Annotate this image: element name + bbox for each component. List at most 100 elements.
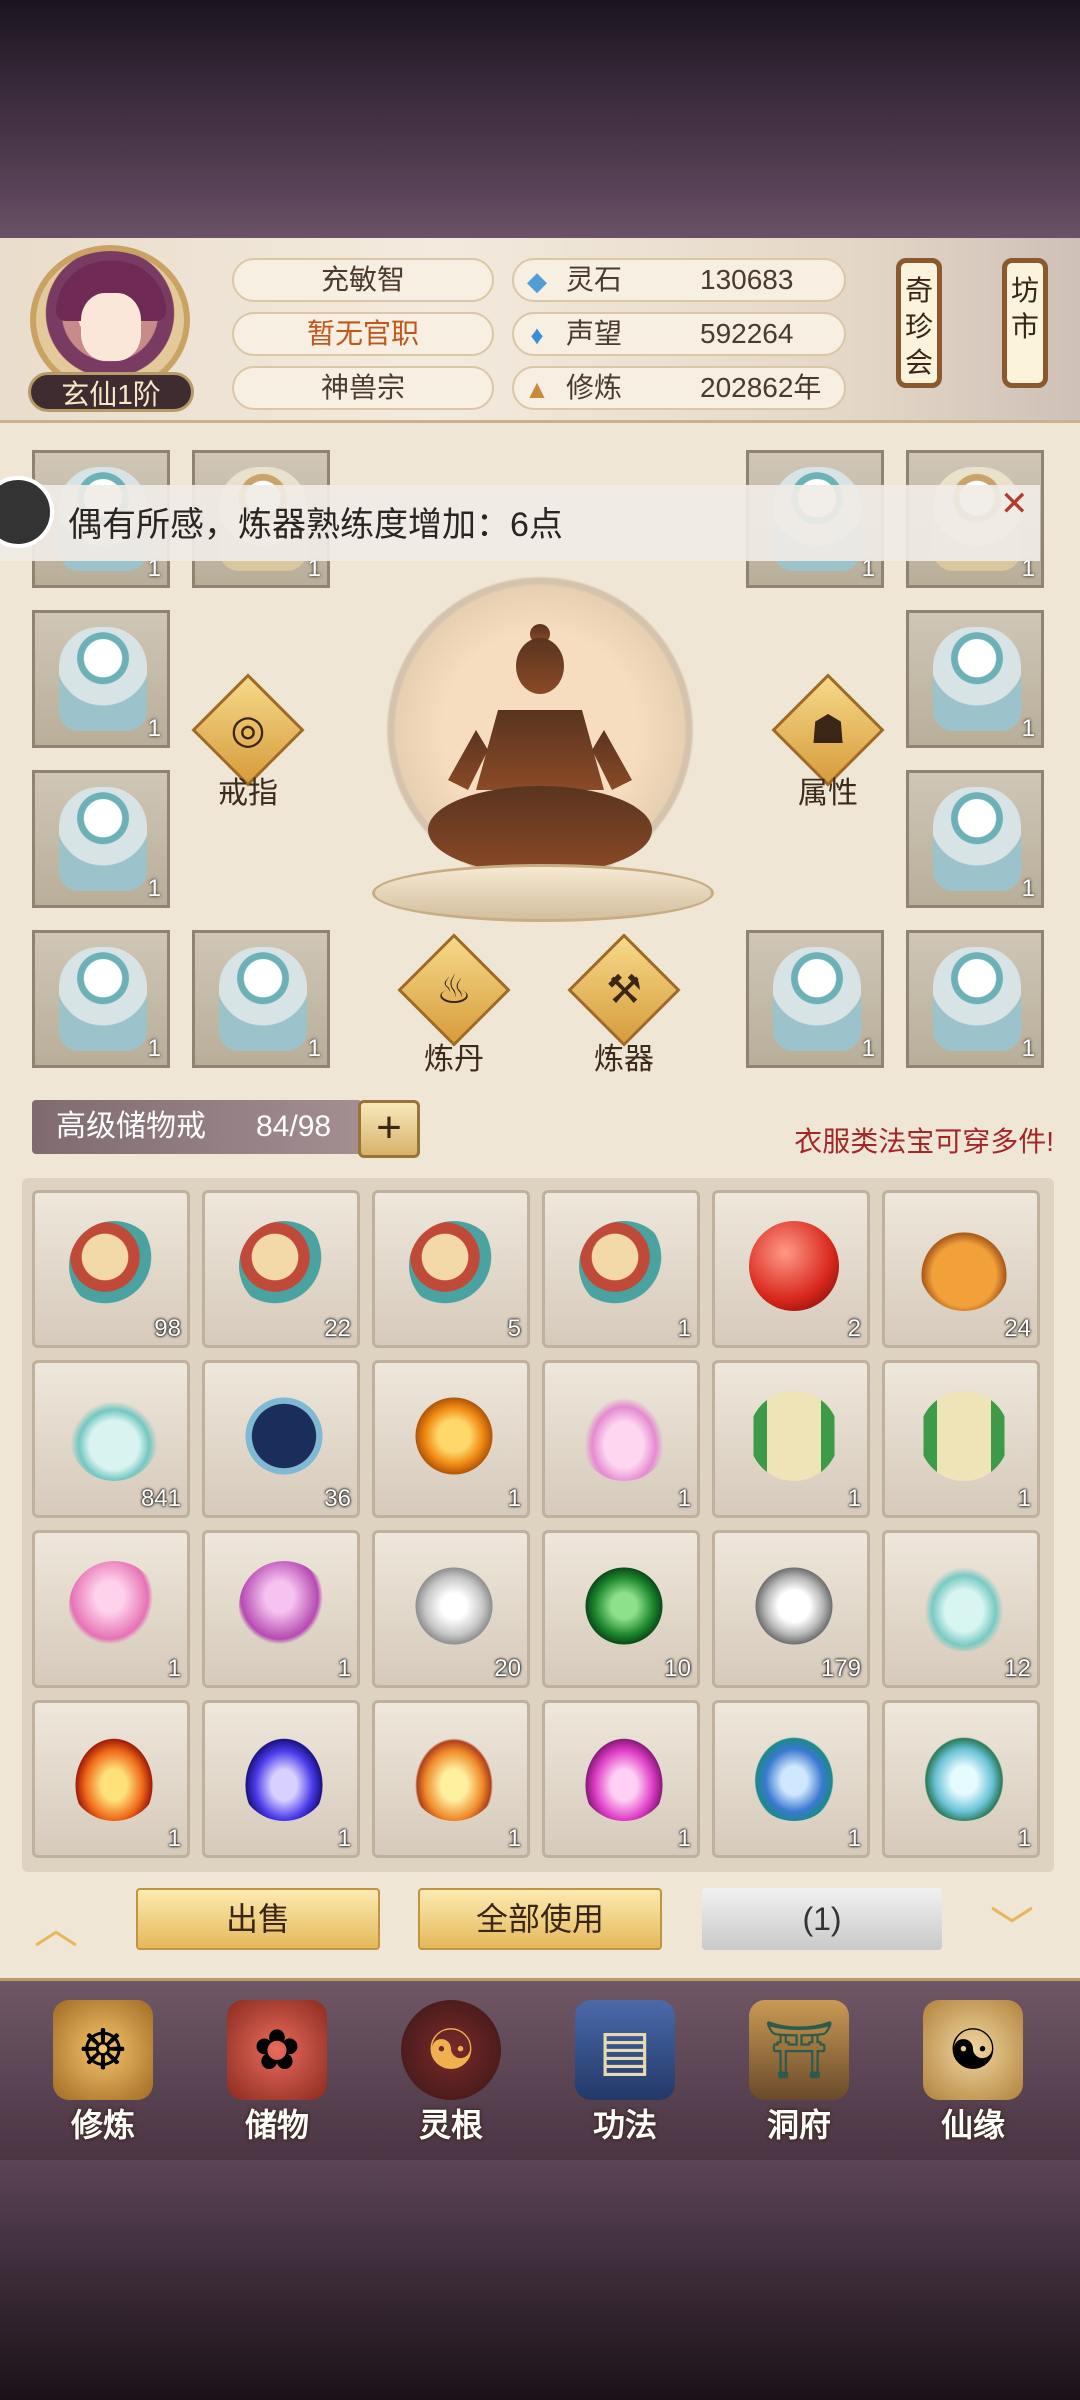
nav-label: 储物 — [244, 2107, 309, 2143]
storage-ring-bar: 高级储物戒 84/98 — [32, 1100, 362, 1154]
cultivation-label: 修炼 — [566, 372, 623, 403]
storage-name: 高级储物戒 — [56, 1110, 206, 1143]
equip-slot[interactable]: 1 — [906, 610, 1044, 748]
rank-badge: 玄仙1阶 — [28, 372, 194, 412]
equip-count: 1 — [147, 875, 161, 902]
ring-icon: ◎ — [230, 708, 266, 752]
nav-label: 功法 — [592, 2107, 657, 2143]
market-button[interactable]: 坊市 — [1002, 258, 1048, 388]
inventory-slot[interactable]: 1 — [202, 1700, 360, 1858]
storage-bag-icon: ✿ — [227, 2000, 327, 2100]
inventory-slot[interactable]: 1 — [542, 1360, 700, 1518]
equip-count: 1 — [1021, 875, 1035, 902]
nav-item-fate[interactable]: ☯ 仙缘 — [898, 1990, 1048, 2150]
equip-slot[interactable]: 1 — [746, 930, 884, 1068]
item-count: 5 — [507, 1315, 521, 1342]
inventory-slot[interactable]: 5 — [372, 1190, 530, 1348]
treasure-fair-button[interactable]: 奇珍会 — [896, 258, 942, 388]
lotus-icon — [579, 1391, 669, 1481]
green-scroll-icon — [919, 1391, 1009, 1481]
equip-slot[interactable]: 1 — [192, 930, 330, 1068]
item-count: 12 — [1004, 1655, 1031, 1682]
nav-item-cultivate[interactable]: ☸ 修炼 — [28, 1990, 178, 2150]
nav-item-spirit-root[interactable]: ☯ 灵根 — [376, 1990, 526, 2150]
spirit-stone-icon: ◆ — [527, 266, 547, 296]
inventory-slot[interactable]: 10 — [542, 1530, 700, 1688]
inventory-slot[interactable]: 1 — [882, 1700, 1040, 1858]
ring-label: 戒指 — [218, 777, 278, 810]
robe-icon — [933, 787, 1021, 891]
bottom-background — [0, 2160, 1080, 2400]
nav-item-storage[interactable]: ✿ 储物 — [202, 1990, 352, 2150]
inventory-slot[interactable]: 1 — [712, 1700, 870, 1858]
spirit-root-icon: ☯ — [401, 2000, 501, 2100]
inventory-slot[interactable]: 1 — [32, 1530, 190, 1688]
inventory-slot[interactable]: 98 — [32, 1190, 190, 1348]
nav-label: 修炼 — [70, 2107, 135, 2143]
robe-icon — [59, 627, 147, 731]
inventory-slot[interactable]: 179 — [712, 1530, 870, 1688]
equip-slot[interactable]: 1 — [32, 610, 170, 748]
equip-slot[interactable]: 1 — [906, 930, 1044, 1068]
inventory-slot[interactable]: 841 — [32, 1360, 190, 1518]
page-down-arrow-icon[interactable]: ﹀ — [990, 1892, 1034, 1956]
inventory-slot[interactable]: 20 — [372, 1530, 530, 1688]
item-count: 1 — [507, 1485, 521, 1512]
inventory-slot[interactable]: 24 — [882, 1190, 1040, 1348]
item-count: 98 — [154, 1315, 181, 1342]
expand-storage-button[interactable]: + — [358, 1100, 420, 1158]
item-count: 1 — [337, 1825, 351, 1852]
silver-orb-icon — [409, 1561, 499, 1651]
use-all-button[interactable]: 全部使用 — [418, 1888, 662, 1950]
equip-slot[interactable]: 1 — [32, 930, 170, 1068]
avatar-face — [81, 293, 141, 361]
red-flame-icon — [69, 1731, 159, 1821]
attributes-icon: ☗ — [810, 708, 846, 752]
inventory-slot[interactable]: 22 — [202, 1190, 360, 1348]
item-count: 36 — [324, 1485, 351, 1512]
inventory-slot[interactable]: 1 — [32, 1700, 190, 1858]
quantity-field[interactable]: (1) — [702, 1888, 942, 1950]
pink-flame-icon — [579, 1731, 669, 1821]
robe-icon — [933, 947, 1021, 1051]
silver-swirl-icon — [749, 1561, 839, 1651]
robe-icon — [219, 947, 307, 1051]
item-count: 2 — [847, 1315, 861, 1342]
green-scroll-icon — [749, 1391, 839, 1481]
spirit-stone-value: 130683 — [700, 264, 794, 295]
robe-icon — [59, 947, 147, 1051]
item-count: 179 — [820, 1655, 861, 1682]
amber-gem-icon — [409, 1391, 499, 1481]
inventory-slot[interactable]: 12 — [882, 1530, 1040, 1688]
pink-egg-icon — [69, 1561, 159, 1651]
equip-count: 1 — [307, 1035, 321, 1062]
inventory-slot[interactable]: 1 — [372, 1700, 530, 1858]
inventory-slot[interactable]: 1 — [542, 1700, 700, 1858]
sell-button[interactable]: 出售 — [136, 1888, 380, 1950]
cultivation-icon: ▲ — [524, 374, 550, 404]
item-count: 20 — [494, 1655, 521, 1682]
inventory-slot[interactable]: 1 — [882, 1360, 1040, 1518]
jade-orb-icon — [579, 1561, 669, 1651]
red-orb-icon — [749, 1221, 839, 1311]
inventory-slot[interactable]: 2 — [712, 1190, 870, 1348]
close-icon[interactable]: ✕ — [1000, 484, 1029, 524]
spirit-stone-resource: ◆ 灵石 130683 — [512, 258, 846, 302]
forging-label: 炼器 — [594, 1043, 654, 1076]
equip-slot[interactable]: 1 — [906, 770, 1044, 908]
equip-slot[interactable]: 1 — [32, 770, 170, 908]
item-count: 1 — [1017, 1825, 1031, 1852]
inventory-slot[interactable]: 1 — [372, 1360, 530, 1518]
scroll-bundle-icon — [579, 1221, 669, 1311]
inventory-slot[interactable]: 1 — [712, 1360, 870, 1518]
reputation-icon: ♦ — [530, 320, 544, 350]
inventory-slot[interactable]: 1 — [202, 1530, 360, 1688]
nav-item-technique[interactable]: ▤ 功法 — [550, 1990, 700, 2150]
nav-item-cave-mansion[interactable]: ⛩ 洞府 — [724, 1990, 874, 2150]
inventory-slot[interactable]: 36 — [202, 1360, 360, 1518]
item-count: 1 — [1017, 1485, 1031, 1512]
page-up-arrow-icon[interactable]: ︿ — [34, 1892, 78, 1956]
nav-label: 洞府 — [766, 2107, 831, 2143]
cultivate-icon: ☸ — [53, 2000, 153, 2100]
inventory-slot[interactable]: 1 — [542, 1190, 700, 1348]
